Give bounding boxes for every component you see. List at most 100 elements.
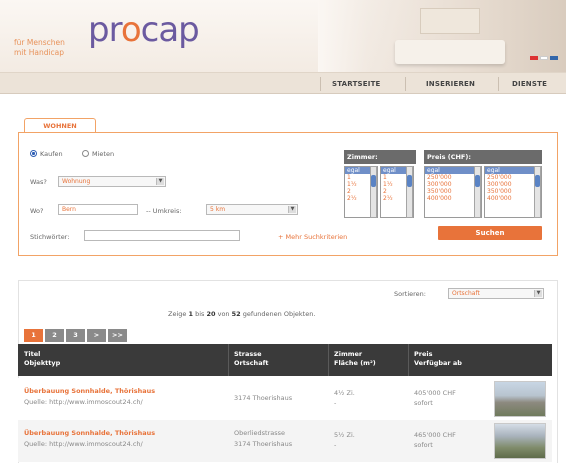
col-divider: [328, 344, 329, 376]
list-option[interactable]: 300'000: [425, 181, 481, 188]
nav-dienste[interactable]: DIENSTE: [512, 80, 547, 88]
sort-label: Sortieren:: [394, 290, 426, 298]
language-flags[interactable]: [530, 56, 558, 60]
flag-icon[interactable]: [530, 56, 538, 60]
col-title[interactable]: Titel Objekttyp: [24, 350, 60, 368]
radio-kaufen[interactable]: [30, 150, 37, 157]
listing-rooms: 4½ Zi.: [334, 389, 355, 397]
logo-part2: o: [120, 10, 142, 50]
stichwort-label: Stichwörter:: [30, 233, 70, 241]
col-price-line2: Verfügbar ab: [414, 359, 462, 367]
list-option[interactable]: egal: [485, 167, 541, 174]
listing-title[interactable]: Überbauung Sonnhalde, Thörishaus: [24, 428, 155, 438]
zimmer-min-scrollbar[interactable]: [370, 166, 377, 218]
more-criteria-link[interactable]: + Mehr Suchkriterien: [278, 233, 347, 241]
listing-available: sofort: [414, 399, 433, 407]
page-3[interactable]: 3: [66, 329, 85, 342]
col-price[interactable]: Preis Verfügbar ab: [414, 350, 462, 368]
summary-from: 1: [188, 310, 193, 318]
listing-street: Oberliedstrasse: [234, 429, 286, 437]
listing-town: 3174 Thoerishaus: [234, 440, 293, 448]
scroll-thumb[interactable]: [407, 175, 412, 187]
scroll-thumb[interactable]: [475, 175, 480, 187]
was-select[interactable]: Wohnung ▼: [58, 176, 166, 187]
col-street[interactable]: Strasse Ortschaft: [234, 350, 269, 368]
list-option[interactable]: 400'000: [425, 195, 481, 202]
header-photo-sofa: [395, 40, 505, 64]
col-rooms-line1: Zimmer: [334, 350, 363, 358]
nav-divider: [405, 77, 406, 91]
flag-icon[interactable]: [550, 56, 558, 60]
sort-select[interactable]: Ortschaft ▼: [448, 288, 544, 299]
col-title-line2: Objekttyp: [24, 359, 61, 367]
listing-title[interactable]: Überbauung Sonnhalde, Thörishaus: [24, 386, 155, 396]
main-nav: STARTSEITE INSERIEREN DIENSTE: [0, 72, 566, 94]
page-next[interactable]: >: [87, 329, 106, 342]
page-1[interactable]: 1: [24, 329, 43, 342]
summary-mid1: bis: [195, 310, 205, 318]
listing-thumbnail[interactable]: [494, 423, 546, 459]
chevron-down-icon: ▼: [288, 206, 296, 213]
radio-kaufen-label: Kaufen: [40, 150, 63, 158]
logo-part1: pr: [88, 10, 122, 50]
preis-min-scrollbar[interactable]: [474, 166, 481, 218]
list-option[interactable]: 250'000: [485, 174, 541, 181]
list-option[interactable]: 400'000: [485, 195, 541, 202]
col-rooms[interactable]: Zimmer Fläche (m²): [334, 350, 376, 368]
nav-startseite[interactable]: STARTSEITE: [332, 80, 381, 88]
tagline: für Menschen mit Handicap: [14, 38, 65, 58]
col-street-line2: Ortschaft: [234, 359, 269, 367]
col-title-line1: Titel: [24, 350, 41, 358]
zimmer-header: Zimmer:: [344, 150, 416, 164]
nav-divider: [498, 77, 499, 91]
list-option[interactable]: 350'000: [425, 188, 481, 195]
preis-header: Preis (CHF):: [424, 150, 542, 164]
listing-area: -: [334, 441, 337, 449]
scroll-thumb[interactable]: [535, 175, 540, 187]
page-last[interactable]: >>: [108, 329, 127, 342]
nav-inserieren[interactable]: INSERIEREN: [426, 80, 475, 88]
list-option[interactable]: 300'000: [485, 181, 541, 188]
col-street-line1: Strasse: [234, 350, 262, 358]
nav-divider: [320, 77, 321, 91]
umkreis-label: -- Umkreis:: [146, 207, 182, 215]
col-price-line1: Preis: [414, 350, 433, 358]
table-row[interactable]: Überbauung Sonnhalde, Thörishaus Quelle:…: [18, 378, 552, 420]
results-table-header: Titel Objekttyp Strasse Ortschaft Zimmer…: [18, 344, 552, 376]
listing-thumbnail[interactable]: [494, 381, 546, 417]
listing-area: -: [334, 399, 337, 407]
radio-mieten-label: Mieten: [92, 150, 115, 158]
list-option[interactable]: 350'000: [485, 188, 541, 195]
radio-mieten[interactable]: [82, 150, 89, 157]
tab-wohnen[interactable]: WOHNEN: [24, 118, 96, 133]
col-divider: [228, 344, 229, 376]
flag-icon[interactable]: [540, 56, 548, 60]
was-value: Wohnung: [62, 178, 91, 185]
summary-post: gefundenen Objekten.: [242, 310, 316, 318]
list-option[interactable]: egal: [425, 167, 481, 174]
listing-source: Quelle: http://www.immoscout24.ch/: [24, 398, 143, 406]
page-2[interactable]: 2: [45, 329, 64, 342]
zimmer-max-scrollbar[interactable]: [406, 166, 413, 218]
listing-price: 405'000 CHF: [414, 389, 456, 397]
preis-max-scrollbar[interactable]: [534, 166, 541, 218]
umkreis-select[interactable]: 5 km ▼: [206, 204, 298, 215]
tagline-line1: für Menschen: [14, 38, 65, 47]
scroll-thumb[interactable]: [371, 175, 376, 187]
summary-to: 20: [206, 310, 216, 318]
listing-rooms: 5½ Zi.: [334, 431, 355, 439]
results-summary: Zeige 1 bis 20 von 52 gefundenen Objekte…: [168, 310, 315, 318]
chevron-down-icon: ▼: [534, 290, 542, 297]
stichwort-input[interactable]: [84, 230, 240, 241]
search-button[interactable]: Suchen: [438, 226, 542, 240]
col-rooms-line2: Fläche (m²): [334, 359, 376, 367]
procap-logo[interactable]: procap: [88, 10, 200, 50]
site-header: für Menschen mit Handicap procap: [0, 0, 566, 72]
listing-town: 3174 Thoerishaus: [234, 394, 293, 402]
col-divider: [408, 344, 409, 376]
logo-part3: cap: [140, 10, 200, 50]
list-option[interactable]: 250'000: [425, 174, 481, 181]
header-photo-frame: [420, 8, 480, 34]
table-row[interactable]: Überbauung Sonnhalde, Thörishaus Quelle:…: [18, 420, 552, 462]
wo-input[interactable]: Bern: [58, 204, 138, 215]
